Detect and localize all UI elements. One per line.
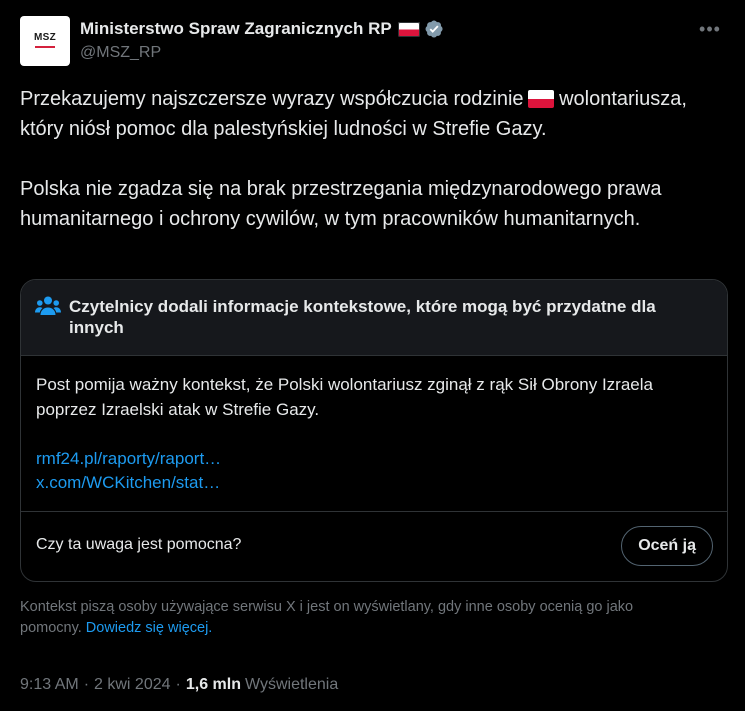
tweet-paragraph-2: Polska nie zgadza się na brak przestrzeg… bbox=[20, 178, 662, 230]
display-name[interactable]: Ministerstwo Spraw Zagranicznych RP bbox=[80, 19, 392, 39]
tweet-time[interactable]: 9:13 AM bbox=[20, 676, 79, 694]
community-note: Czytelnicy dodali informacje kontekstowe… bbox=[20, 279, 728, 582]
more-options-icon[interactable]: ••• bbox=[695, 16, 725, 42]
tweet-meta: 9:13 AM · 2 kwi 2024 · 1,6 mln Wyświetle… bbox=[20, 674, 338, 696]
avatar[interactable]: MSZ bbox=[20, 16, 70, 66]
meta-separator: · bbox=[83, 676, 90, 693]
learn-more-link[interactable]: Dowiedz się więcej. bbox=[86, 620, 213, 636]
rate-note-button[interactable]: Oceń ją bbox=[621, 526, 713, 566]
community-note-link-wckitchen[interactable]: x.com/WCKitchen/stat… bbox=[36, 471, 220, 495]
avatar-logo-text: MSZ bbox=[33, 32, 56, 43]
tweet-paragraph-1: Przekazujemy najszczersze wyrazy współcz… bbox=[20, 84, 720, 144]
views-count[interactable]: 1,6 mln bbox=[186, 676, 241, 694]
avatar-logo-bar bbox=[35, 46, 55, 48]
views-label: Wyświetlenia bbox=[245, 676, 339, 693]
tweet-paragraph-1-part-1: Przekazujemy najszczersze wyrazy współcz… bbox=[20, 88, 524, 110]
poland-flag-icon bbox=[397, 21, 420, 37]
community-note-disclaimer: Kontekst piszą osoby używające serwisu X… bbox=[20, 597, 720, 639]
verified-badge-icon[interactable] bbox=[424, 19, 444, 39]
community-note-title: Czytelnicy dodali informacje kontekstowe… bbox=[69, 297, 656, 337]
tweet-header: MSZ Ministerstwo Spraw Zagranicznych RP … bbox=[20, 14, 725, 68]
meta-separator: · bbox=[175, 676, 181, 693]
handle[interactable]: @MSZ_RP bbox=[80, 44, 161, 62]
divider bbox=[21, 511, 727, 512]
tweet-date[interactable]: 2 kwi 2024 bbox=[94, 676, 171, 694]
name-row: Ministerstwo Spraw Zagranicznych RP bbox=[80, 18, 444, 40]
tweet: MSZ Ministerstwo Spraw Zagranicznych RP … bbox=[0, 0, 745, 711]
poland-flag-icon bbox=[527, 90, 554, 108]
community-note-link-rmf24[interactable]: rmf24.pl/raporty/raport… bbox=[36, 447, 221, 471]
community-note-text: Post pomija ważny kontekst, że Polski wo… bbox=[36, 375, 653, 419]
helpful-question: Czy ta uwaga jest pomocna? bbox=[36, 536, 242, 553]
tweet-text: Przekazujemy najszczersze wyrazy współcz… bbox=[20, 84, 720, 234]
people-icon bbox=[35, 296, 61, 315]
community-note-header: Czytelnicy dodali informacje kontekstowe… bbox=[21, 280, 727, 356]
